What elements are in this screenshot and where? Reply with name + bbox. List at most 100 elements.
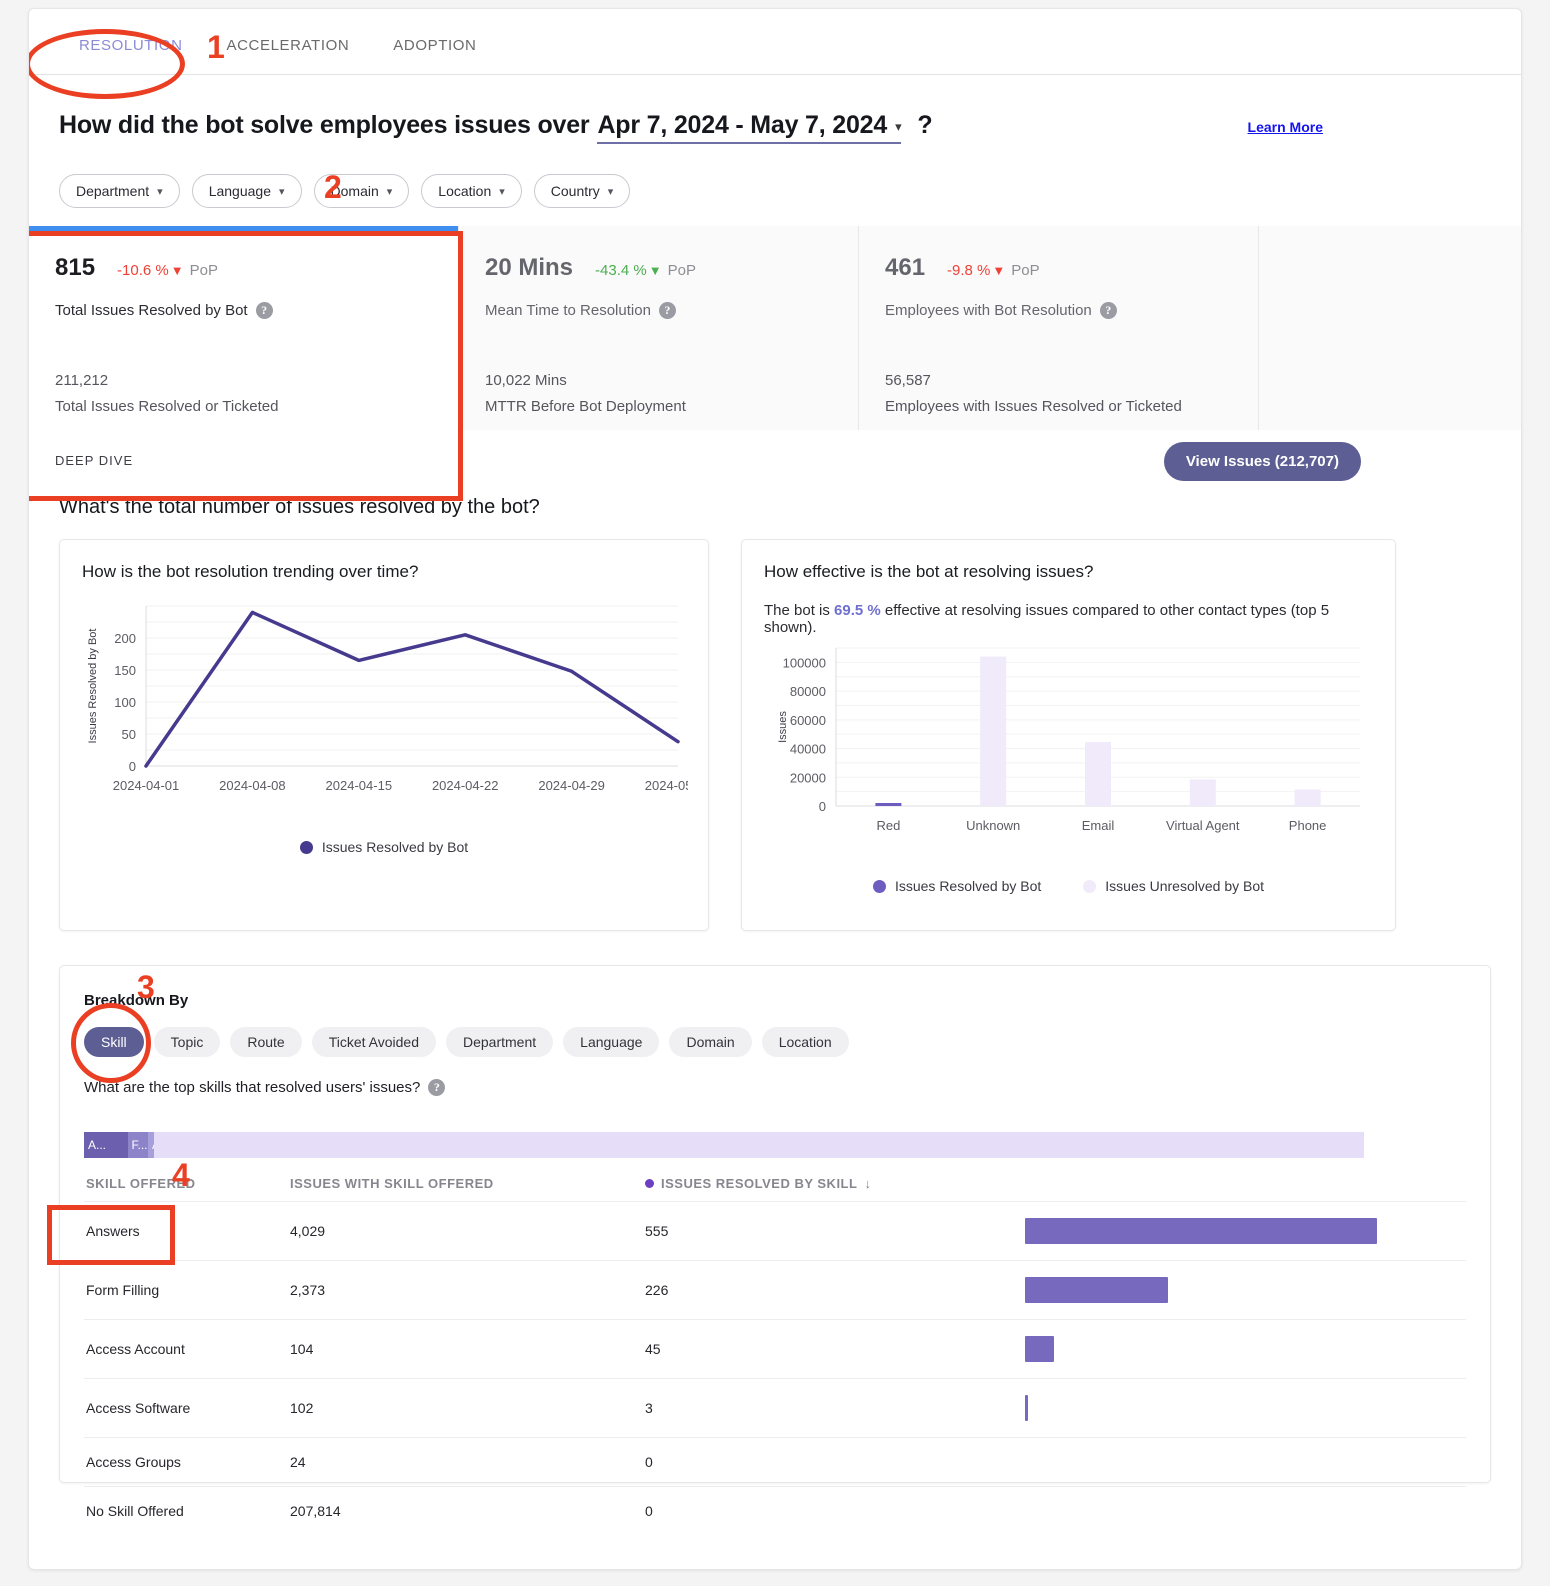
help-icon[interactable]: ? <box>1099 302 1117 319</box>
svg-text:40000: 40000 <box>790 742 826 757</box>
filter-bar: Department ▾ Language ▾ Domain ▾ Locatio… <box>59 174 1491 208</box>
kpi-value: 815 <box>55 254 96 281</box>
svg-text:50: 50 <box>122 727 136 742</box>
page-title: How did the bot solve employees issues o… <box>59 111 933 144</box>
svg-text:100000: 100000 <box>783 655 826 670</box>
help-icon[interactable]: ? <box>658 302 676 319</box>
kpi-card-employees-with-bot-resolution[interactable]: 461 -9.8 % ▼ PoP Employees with Bot Resol… <box>859 226 1259 430</box>
kpi-card-total-issues-resolved[interactable]: 815 -10.6 % ▼ PoP Total Issues Resolved b… <box>29 226 459 486</box>
tab-acceleration[interactable]: ACCELERATION <box>205 37 372 74</box>
line-chart-legend: Issues Resolved by Bot <box>82 839 686 855</box>
filter-location-label: Location <box>438 183 492 199</box>
skill-distribution-segment[interactable]: F... <box>127 1132 148 1158</box>
cell-skill-offered: Access Software <box>84 1378 290 1438</box>
svg-text:2024-05-06: 2024-05-06 <box>645 778 688 793</box>
filter-domain[interactable]: Domain ▾ <box>313 174 410 208</box>
help-icon[interactable]: ? <box>428 1079 446 1096</box>
page-title-suffix: ? <box>917 111 933 139</box>
kpi-pop-label: PoP <box>189 262 218 279</box>
tab-adoption[interactable]: ADOPTION <box>371 37 498 74</box>
column-header-issues-resolved-by-skill[interactable]: ISSUES RESOLVED BY SKILL ↓ <box>645 1176 1025 1202</box>
filter-country-label: Country <box>550 183 600 199</box>
chevron-down-icon: ▾ <box>386 185 393 198</box>
svg-text:2024-04-08: 2024-04-08 <box>219 778 286 793</box>
bar-chart-plot: 0 20000 40000 60000 80000 100000 Issues Red Unkn… <box>777 647 1360 833</box>
kpi-topline: 461 -9.8 % ▼ PoP <box>885 254 1232 282</box>
svg-text:0: 0 <box>129 759 136 774</box>
help-icon[interactable]: ? <box>255 302 273 319</box>
resolved-bar <box>1025 1277 1169 1303</box>
kpi-label: Employees with Bot Resolution <box>885 302 1092 319</box>
cell-skill-offered: Access Groups <box>84 1437 290 1487</box>
breakdown-pill-language[interactable]: Language <box>563 1027 660 1057</box>
filter-country[interactable]: Country ▾ <box>533 174 631 208</box>
svg-text:2024-04-29: 2024-04-29 <box>538 778 605 793</box>
breakdown-question-row: What are the top skills that resolved us… <box>84 1079 1466 1096</box>
kpi-card-mean-time-to-resolution[interactable]: 20 Mins -43.4 % ▼ PoP Mean Time to Resolu… <box>459 226 859 430</box>
kpi-accent-bar <box>29 226 458 233</box>
page-title-prefix: How did the bot solve employees issues o… <box>59 111 590 139</box>
svg-text:Issues Resolved by Bot: Issues Resolved by Bot <box>87 629 99 744</box>
kpi-label: Total Issues Resolved by Bot <box>55 302 248 319</box>
breakdown-title: Breakdown By <box>84 992 189 1009</box>
filter-department[interactable]: Department ▾ <box>59 174 180 208</box>
table-row[interactable]: Access Account 104 45 <box>84 1319 1466 1379</box>
deep-dive-link[interactable]: DEEP DIVE <box>55 453 133 468</box>
kpi-sub-label: Total Issues Resolved or Ticketed <box>55 398 279 415</box>
table-row[interactable]: No Skill Offered 207,814 0 <box>84 1486 1466 1535</box>
view-issues-button[interactable]: View Issues (212,707) <box>1163 442 1361 481</box>
kpi-delta: -9.8 % ▼ PoP <box>947 262 1040 279</box>
learn-more-link[interactable]: Learn More <box>1248 119 1323 135</box>
skill-table-body: Answers 4,029 555 Form Filling 2,373 226 Acces… <box>84 1201 1466 1535</box>
bar-chart-legend: Issues Resolved by Bot Issues Unresolved… <box>764 878 1373 894</box>
skill-distribution-segment[interactable]: A... <box>84 1132 128 1158</box>
chevron-down-icon: ▾ <box>157 185 163 198</box>
table-row[interactable]: Access Software 102 3 <box>84 1378 1466 1438</box>
svg-text:2024-04-01: 2024-04-01 <box>113 778 180 793</box>
cell-skill-offered: No Skill Offered <box>84 1486 290 1535</box>
legend-item: Issues Resolved by Bot <box>872 878 1041 894</box>
svg-text:150: 150 <box>114 663 136 678</box>
skill-distribution-bar[interactable]: A...F...A <box>84 1132 1364 1158</box>
arrow-down-icon: ▼ <box>648 263 662 278</box>
svg-text:2024-04-15: 2024-04-15 <box>326 778 393 793</box>
bar-chart-effectiveness-value: 69.5 % <box>834 602 881 619</box>
line-chart-plot: 0 50 100 150 200 Issues Resolved by Bot 2024-0… <box>87 605 711 793</box>
column-header-issues-with-skill-offered[interactable]: ISSUES WITH SKILL OFFERED <box>290 1176 645 1202</box>
kpi-label-row: Employees with Bot Resolution ? <box>885 302 1232 319</box>
svg-text:Issues: Issues <box>777 711 789 743</box>
kpi-sub-label: Employees with Issues Resolved or Ticket… <box>885 398 1182 415</box>
cell-issues-with-skill-offered: 4,029 <box>290 1201 645 1261</box>
kpi-delta-value: -9.8 % <box>947 262 991 279</box>
table-row[interactable]: Answers 4,029 555 <box>84 1201 1466 1261</box>
breakdown-pill-route[interactable]: Route <box>230 1027 302 1057</box>
column-header-skill-offered[interactable]: SKILL OFFERED <box>84 1176 290 1202</box>
svg-text:80000: 80000 <box>790 684 826 699</box>
cell-issues-with-skill-offered: 102 <box>290 1378 645 1438</box>
table-row[interactable]: Form Filling 2,373 226 <box>84 1260 1466 1320</box>
legend-color-swatch <box>299 840 313 854</box>
sort-descending-icon: ↓ <box>864 1176 872 1191</box>
breakdown-pill-department[interactable]: Department <box>446 1027 554 1057</box>
title-row: How did the bot solve employees issues o… <box>59 111 1491 144</box>
dashboard-panel: RESOLUTION ACCELERATION ADOPTION How did… <box>28 8 1522 1570</box>
table-header-row: SKILL OFFERED ISSUES WITH SKILL OFFERED … <box>84 1176 1466 1202</box>
kpi-value: 20 Mins <box>485 254 574 281</box>
breakdown-pill-topic[interactable]: Topic <box>153 1027 221 1057</box>
svg-text:200: 200 <box>114 631 136 646</box>
breakdown-pill-group: Skill Topic Route Ticket Avoided Department L… <box>84 1027 1466 1057</box>
breakdown-pill-domain[interactable]: Domain <box>669 1027 752 1057</box>
breakdown-pill-location[interactable]: Location <box>761 1027 849 1057</box>
date-range-picker[interactable]: Apr 7, 2024 - May 7, 2024 ▾ <box>597 111 902 144</box>
filter-language[interactable]: Language ▾ <box>191 174 302 208</box>
resolved-bar <box>1025 1218 1377 1244</box>
breakdown-pill-ticket-avoided[interactable]: Ticket Avoided <box>311 1027 436 1057</box>
filter-location[interactable]: Location ▾ <box>421 174 522 208</box>
date-range-value: Apr 7, 2024 - May 7, 2024 <box>597 111 888 139</box>
section-heading: What's the total number of issues resolv… <box>59 496 540 518</box>
tab-resolution[interactable]: RESOLUTION <box>59 37 205 74</box>
skill-distribution-segment[interactable] <box>154 1132 1364 1158</box>
table-row[interactable]: Access Groups 24 0 <box>84 1437 1466 1487</box>
cell-resolved-bar <box>1025 1378 1466 1438</box>
breakdown-pill-skill[interactable]: Skill <box>84 1027 144 1057</box>
